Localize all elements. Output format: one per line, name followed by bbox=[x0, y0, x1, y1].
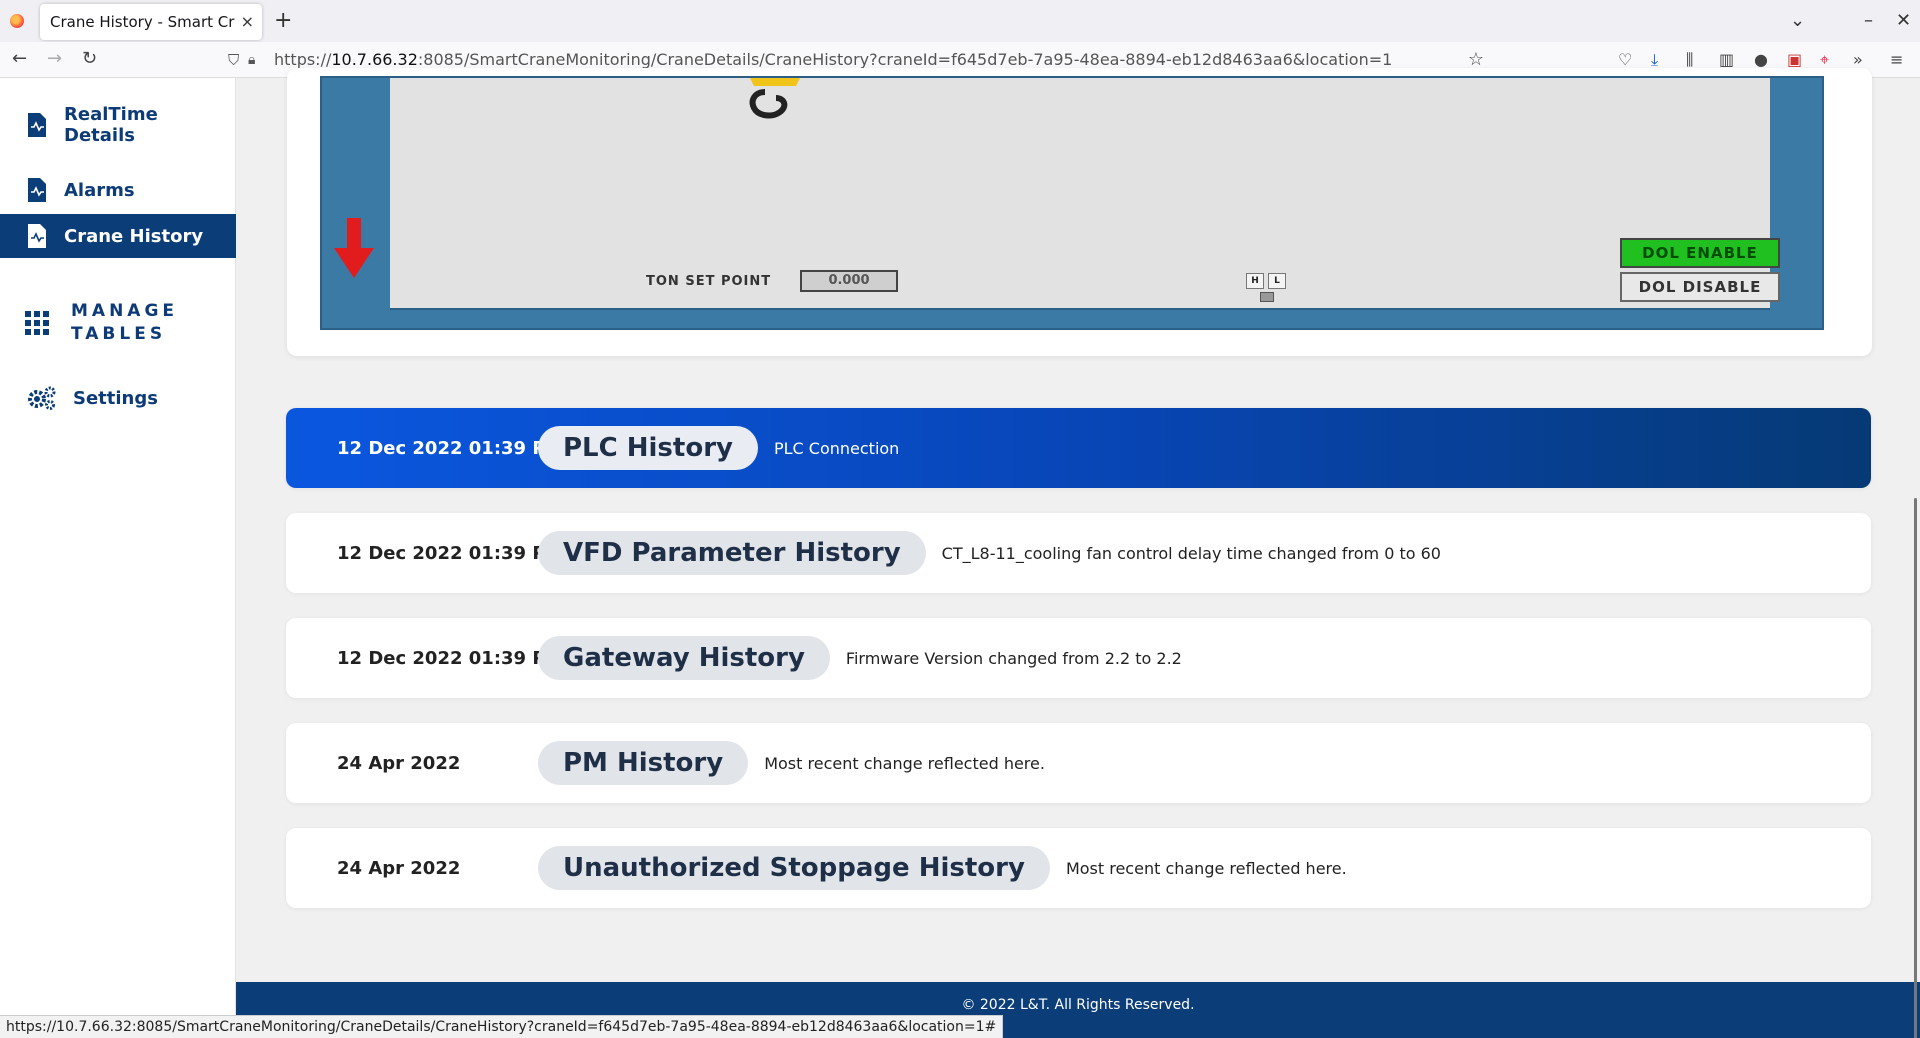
history-type-badge[interactable]: VFD Parameter History bbox=[538, 531, 926, 575]
history-description: PLC Connection bbox=[773, 438, 900, 458]
history-description: Firmware Version changed from 2.2 to 2.2 bbox=[845, 648, 1182, 668]
document-chart-icon bbox=[28, 113, 46, 137]
grid-icon bbox=[25, 311, 49, 335]
sidebar-item-settings[interactable]: Settings bbox=[0, 378, 236, 418]
history-date: 24 Apr 2022 bbox=[337, 857, 461, 879]
back-icon[interactable]: ← bbox=[12, 48, 27, 69]
history-row[interactable]: 24 Apr 2022 Unauthorized Stoppage Histor… bbox=[286, 828, 1871, 908]
extension-s-icon[interactable]: ● bbox=[1754, 50, 1768, 69]
history-row[interactable]: 12 Dec 2022 01:39 PM VFD Parameter Histo… bbox=[286, 513, 1871, 593]
sidebar-item-label: Crane History bbox=[64, 225, 204, 247]
crane-hmi-card: TON SET POINT 0.000 H L DOL ENABLE DOL D… bbox=[287, 68, 1872, 356]
sidebar-item-label: RealTime Details bbox=[64, 104, 158, 146]
list-tabs-chevron-icon[interactable]: ⌄ bbox=[1790, 10, 1805, 31]
history-type-badge[interactable]: Gateway History bbox=[538, 636, 830, 680]
firefox-logo-icon bbox=[10, 14, 24, 28]
browser-tab[interactable]: Crane History - Smart Cran × bbox=[40, 4, 262, 40]
hmi-panel: TON SET POINT 0.000 H L DOL ENABLE DOL D… bbox=[390, 78, 1780, 310]
reload-icon[interactable]: ↻ bbox=[82, 48, 97, 69]
new-tab-button[interactable]: + bbox=[274, 8, 292, 33]
history-description: Most recent change reflected here. bbox=[1065, 858, 1347, 878]
history-date: 12 Dec 2022 01:39 PM bbox=[337, 437, 564, 459]
history-description: CT_L8-11_cooling fan control delay time … bbox=[941, 543, 1441, 563]
history-row[interactable]: 12 Dec 2022 01:39 PM PLC History PLC Con… bbox=[286, 408, 1871, 488]
ton-set-point-value: 0.000 bbox=[800, 270, 898, 292]
shield-icon[interactable]: ⛉ bbox=[228, 45, 239, 75]
link-status-bar: https://10.7.66.32:8085/SmartCraneMonito… bbox=[0, 1015, 1004, 1038]
hmi-small-indicator bbox=[1260, 292, 1274, 302]
history-row[interactable]: 12 Dec 2022 01:39 PM Gateway History Fir… bbox=[286, 618, 1871, 698]
sidebar-item-label: Settings bbox=[73, 387, 158, 409]
lock-icon[interactable]: 🔒︎ bbox=[248, 45, 255, 75]
pocket-icon[interactable]: ♡ bbox=[1618, 50, 1632, 69]
sidebar-item-alarms[interactable]: Alarms bbox=[0, 170, 236, 210]
history-date: 12 Dec 2022 01:39 PM bbox=[337, 542, 564, 564]
l-indicator: L bbox=[1268, 273, 1286, 289]
dol-disable-button: DOL DISABLE bbox=[1620, 272, 1780, 302]
downloads-icon[interactable]: ⤓ bbox=[1651, 50, 1658, 70]
hl-indicator: H L bbox=[1246, 273, 1286, 289]
history-date: 12 Dec 2022 01:39 PM bbox=[337, 647, 564, 669]
app-menu-icon[interactable]: ≡ bbox=[1890, 50, 1903, 69]
sidebar-item-crane-history[interactable]: Crane History bbox=[0, 214, 236, 258]
browser-tab-bar: Crane History - Smart Cran × + ⌄ – ✕ bbox=[0, 0, 1920, 42]
minimize-icon[interactable]: – bbox=[1864, 10, 1873, 31]
gears-icon bbox=[28, 386, 56, 410]
more-tools-icon[interactable]: » bbox=[1853, 50, 1863, 69]
down-arrow-icon bbox=[334, 218, 374, 278]
dol-enable-button: DOL ENABLE bbox=[1620, 238, 1780, 268]
history-row[interactable]: 24 Apr 2022 PM History Most recent chang… bbox=[286, 723, 1871, 803]
history-type-badge[interactable]: PLC History bbox=[538, 426, 758, 470]
page: RealTime Details Alarms Crane History MAN… bbox=[0, 68, 1920, 1038]
sidebar: RealTime Details Alarms Crane History MAN… bbox=[0, 78, 236, 1038]
sidebar-item-manage-tables[interactable]: MANAGE TABLES bbox=[0, 296, 236, 350]
document-chart-icon bbox=[28, 178, 46, 202]
close-tab-icon[interactable]: × bbox=[241, 4, 254, 40]
document-chart-icon bbox=[28, 224, 46, 248]
ton-set-point-label: TON SET POINT bbox=[646, 274, 772, 289]
sidebar-item-label: Alarms bbox=[64, 179, 135, 201]
page-scrollbar[interactable] bbox=[1914, 498, 1917, 1038]
extension-red-icon[interactable]: ▣ bbox=[1787, 50, 1802, 69]
sidebar-item-label: MANAGE TABLES bbox=[71, 301, 179, 344]
library-icon[interactable]: ⫼ bbox=[1686, 50, 1693, 70]
tab-title: Crane History - Smart Cran bbox=[50, 13, 235, 31]
history-type-badge[interactable]: PM History bbox=[538, 741, 749, 785]
crane-hook-icon bbox=[749, 78, 800, 119]
copyright-text: © 2022 L&T. All Rights Reserved. bbox=[961, 997, 1195, 1013]
sidebar-icon[interactable]: ▥ bbox=[1719, 50, 1734, 69]
crane-hmi-display: TON SET POINT 0.000 H L DOL ENABLE DOL D… bbox=[320, 76, 1824, 330]
close-window-icon[interactable]: ✕ bbox=[1896, 10, 1911, 31]
main-content: TON SET POINT 0.000 H L DOL ENABLE DOL D… bbox=[237, 68, 1920, 1038]
history-description: Most recent change reflected here. bbox=[764, 753, 1045, 773]
forward-icon[interactable]: → bbox=[47, 48, 62, 69]
history-date: 24 Apr 2022 bbox=[337, 752, 461, 774]
history-type-badge[interactable]: Unauthorized Stoppage History bbox=[538, 846, 1050, 890]
sidebar-item-realtime-details[interactable]: RealTime Details bbox=[0, 100, 236, 150]
h-indicator: H bbox=[1246, 273, 1264, 289]
screenshot-icon[interactable]: ⌖ bbox=[1820, 50, 1829, 70]
